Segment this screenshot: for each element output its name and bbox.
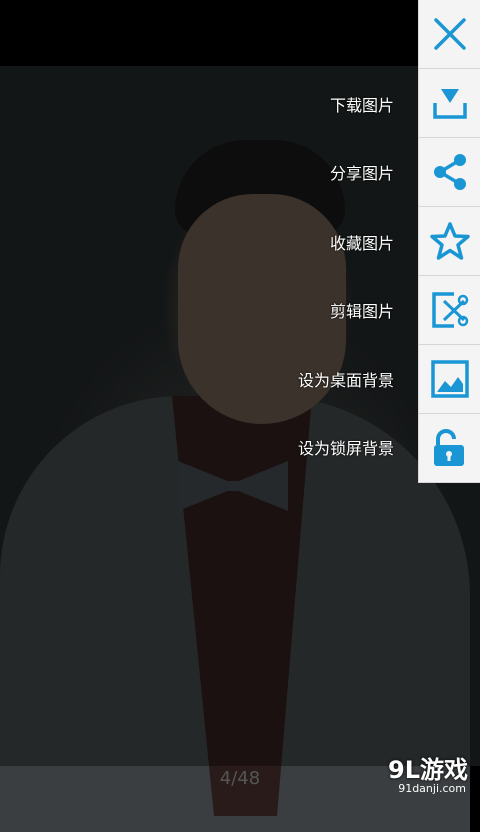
menu-label-set-wallpaper[interactable]: 设为桌面背景 [298, 367, 394, 391]
menu-label-download[interactable]: 下载图片 [330, 92, 394, 116]
download-button[interactable] [419, 69, 480, 138]
set-lockscreen-button[interactable] [419, 414, 480, 483]
close-button[interactable] [419, 0, 480, 69]
set-wallpaper-button[interactable] [419, 345, 480, 414]
menu-label-set-lockscreen[interactable]: 设为锁屏背景 [298, 435, 394, 459]
watermark-site: 91danji.com [398, 782, 466, 795]
action-panel [418, 0, 480, 483]
menu-overlay-dim[interactable] [0, 66, 480, 766]
menu-label-crop[interactable]: 剪辑图片 [330, 298, 394, 322]
site-watermark: 9L游戏 91danji.com [372, 750, 468, 798]
crop-icon [432, 292, 469, 328]
wallpaper-icon [431, 360, 469, 398]
watermark-brand: 9L游戏 [388, 756, 468, 784]
favorite-button[interactable] [419, 207, 480, 276]
share-icon [434, 154, 466, 190]
menu-label-favorite[interactable]: 收藏图片 [330, 230, 394, 254]
star-icon [430, 222, 470, 260]
crop-button[interactable] [419, 276, 480, 345]
share-button[interactable] [419, 138, 480, 207]
menu-label-share[interactable]: 分享图片 [330, 160, 394, 184]
download-icon [433, 89, 467, 119]
close-icon [434, 18, 466, 50]
lock-open-icon [434, 429, 464, 466]
